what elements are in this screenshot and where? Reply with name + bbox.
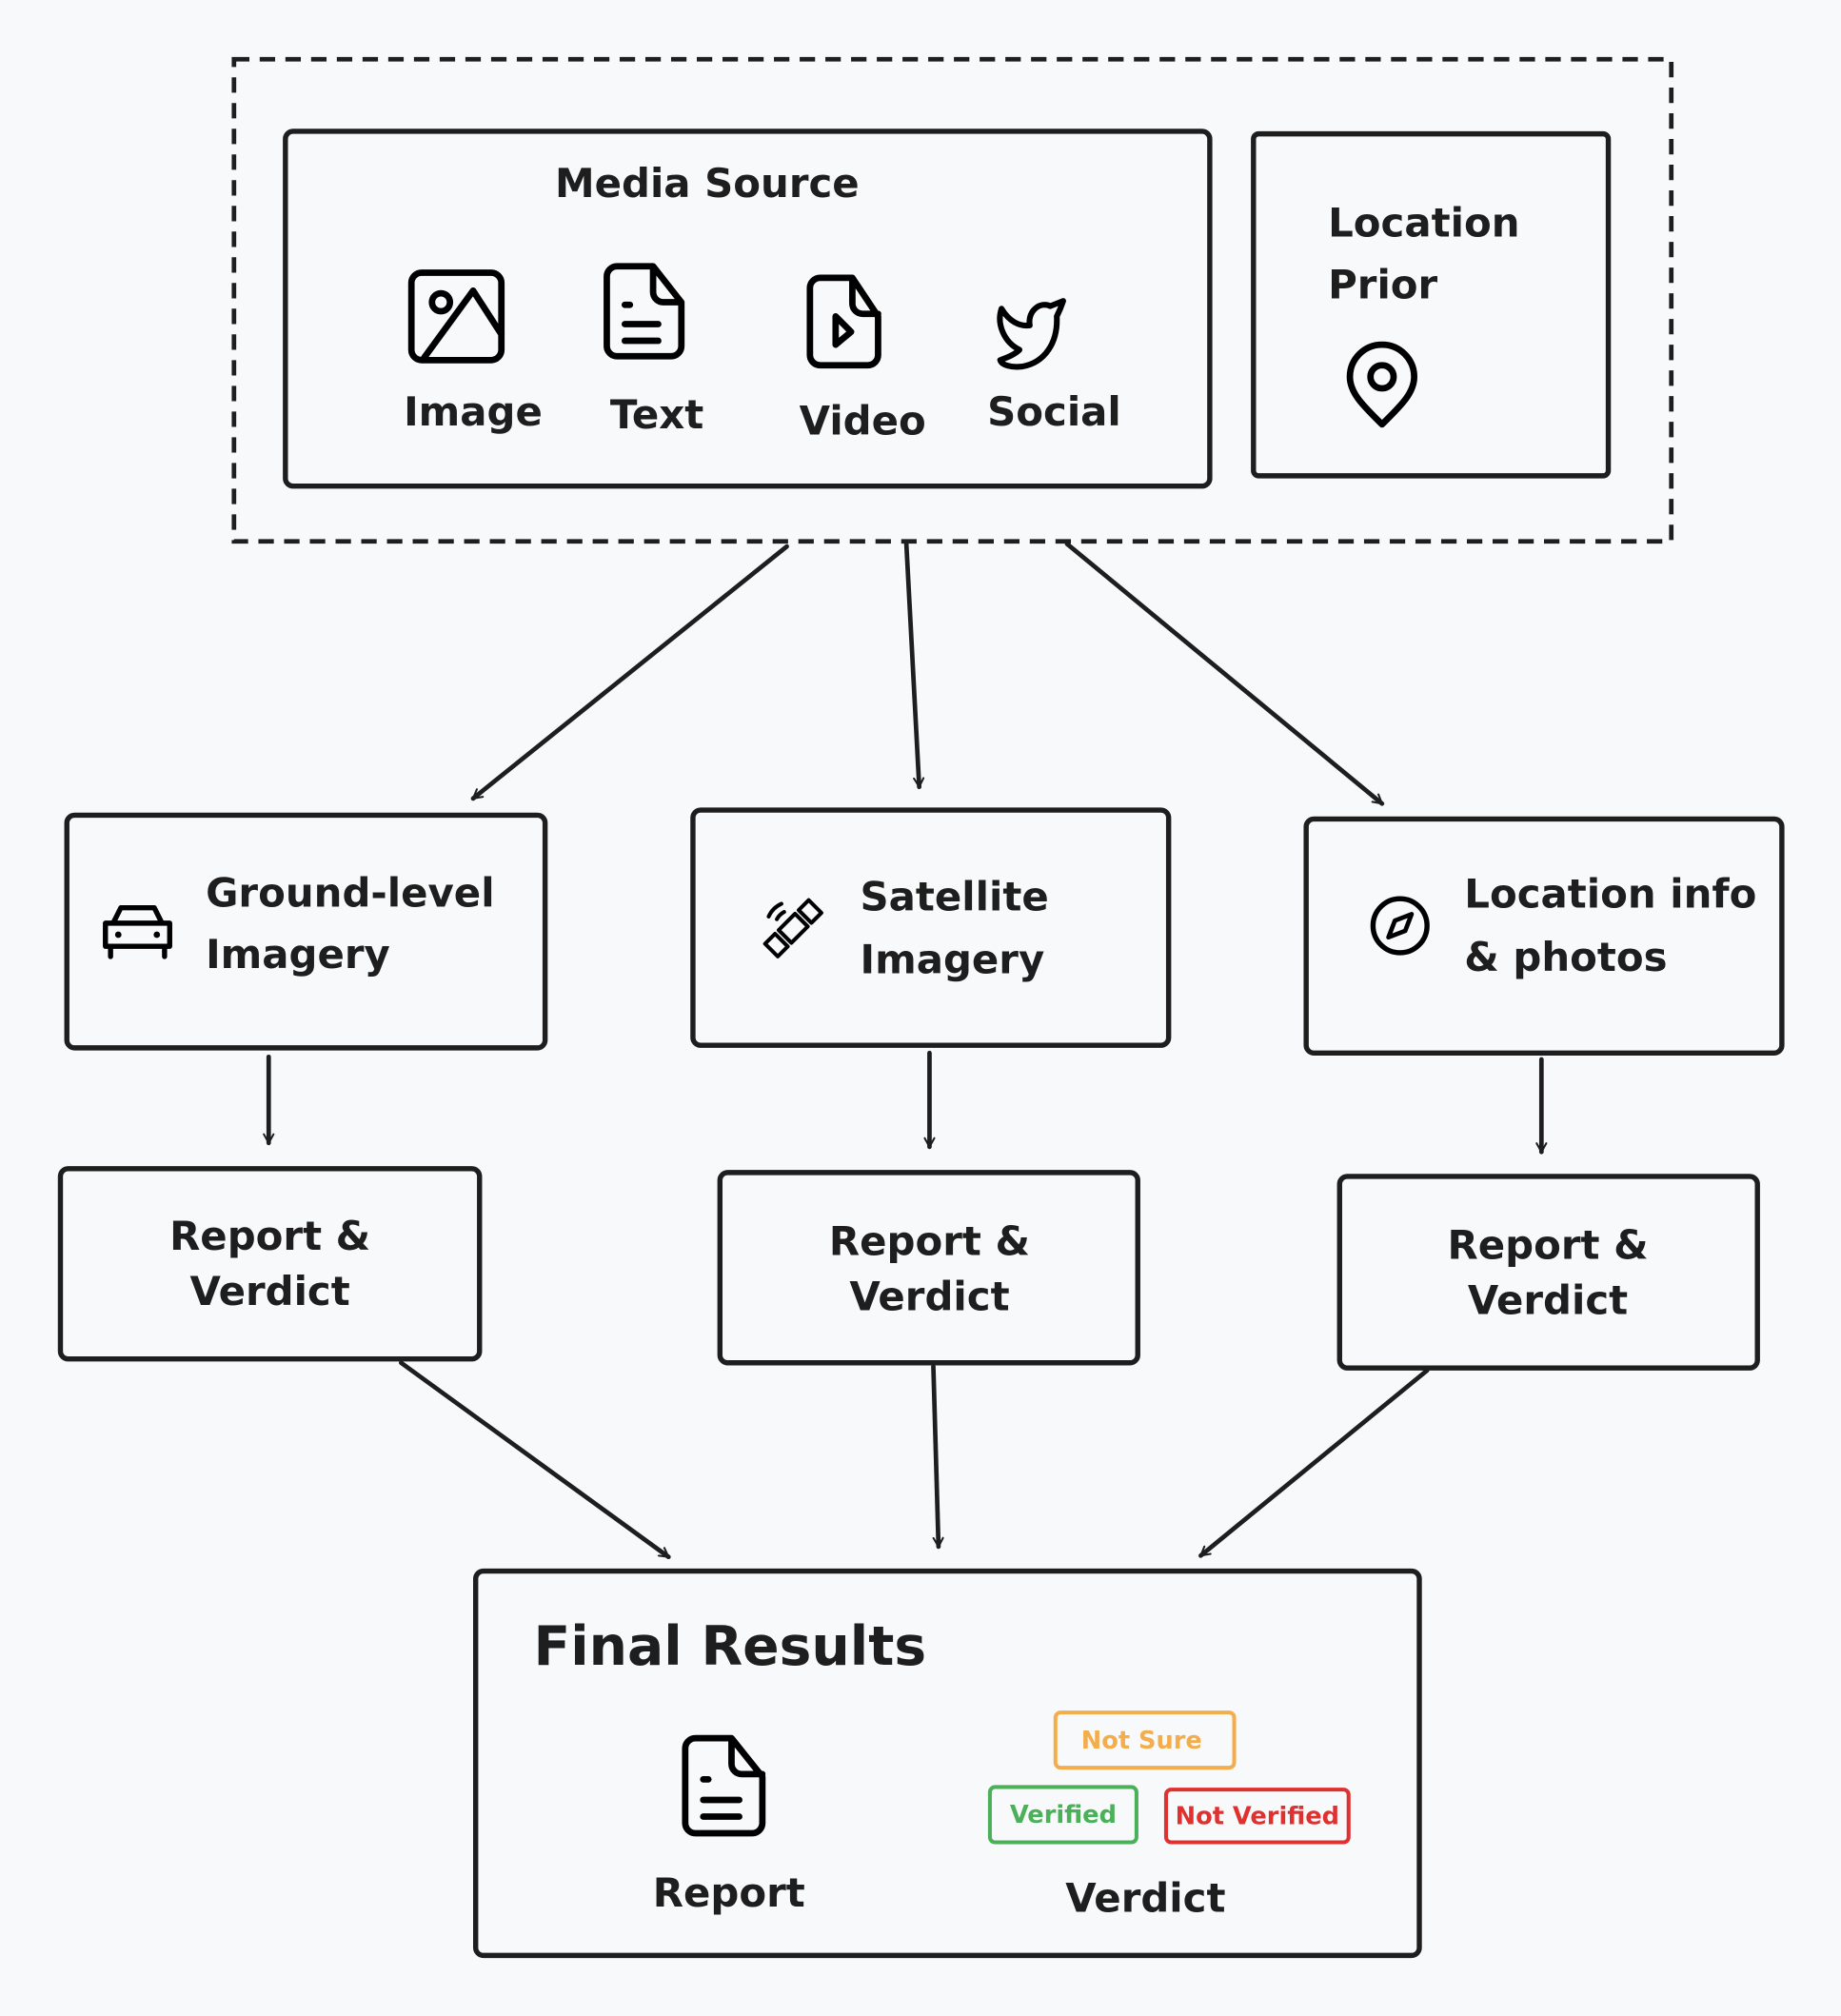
arrow-to-ground-level [470, 544, 789, 801]
report-verdict-box: Report & Verdict [57, 1166, 483, 1362]
location-prior-label: Location [1328, 200, 1519, 247]
media-source-title: Media Source [555, 160, 860, 207]
ground-level-imagery-box: Ground-level Imagery [64, 812, 548, 1051]
report-verdict-label: Verdict [189, 1268, 349, 1314]
pipeline-diagram: marker path{stroke-width:2;} Media Sourc… [57, 56, 1785, 1959]
map-pin-icon [1346, 341, 1417, 428]
report-document-icon [682, 1734, 766, 1837]
badge-not-sure: Not Sure [1053, 1710, 1237, 1770]
final-results-title: Final Results [533, 1615, 926, 1678]
compass-icon [1370, 896, 1430, 956]
report-verdict-box: Report & Verdict [1336, 1174, 1760, 1371]
svg-text:Not Sure: Not Sure [1081, 1727, 1202, 1755]
arrow-report2-to-final [931, 1364, 939, 1550]
svg-text:Verified: Verified [1010, 1801, 1117, 1829]
svg-text:Not Verified: Not Verified [1176, 1803, 1339, 1831]
document-icon [604, 263, 685, 360]
arrow-report1-to-final [399, 1360, 671, 1560]
media-item-label: Text [610, 391, 703, 438]
badge-not-verified: Not Verified [1163, 1788, 1351, 1845]
pipeline-label: Satellite [861, 873, 1049, 919]
pipeline-label: & photos [1464, 934, 1667, 980]
media-item-label: Image [404, 388, 543, 435]
location-info-box: Location info & photos [1303, 816, 1785, 1056]
media-item-label: Social [987, 388, 1121, 435]
verdict-label: Verdict [1065, 1874, 1225, 1921]
arrow-report3-to-final [1198, 1368, 1430, 1558]
report-verdict-label: Report & [829, 1217, 1030, 1264]
report-verdict-label: Report & [169, 1213, 370, 1259]
image-icon [407, 269, 505, 364]
report-verdict-label: Verdict [1468, 1276, 1628, 1323]
pipeline-label: Imagery [206, 931, 390, 978]
final-results-box: Final Results Report Not Sure Verified N… [473, 1568, 1422, 1959]
satellite-icon [762, 898, 823, 959]
location-prior-box: Location Prior [1251, 130, 1612, 479]
satellite-imagery-box: Satellite Imagery [690, 807, 1172, 1048]
pipeline-label: Location info [1464, 871, 1756, 918]
media-item-label: Video [800, 398, 926, 445]
car-icon [103, 904, 172, 959]
arrow-to-satellite [903, 542, 920, 790]
badge-verified: Verified [987, 1785, 1138, 1845]
report-verdict-label: Verdict [849, 1273, 1009, 1319]
location-prior-label: Prior [1328, 261, 1437, 307]
arrow-to-location-info [1064, 542, 1385, 806]
pipeline-label: Ground-level [206, 869, 494, 916]
media-source-box: Media Source Image Text Video Social [283, 128, 1213, 489]
report-verdict-label: Report & [1448, 1221, 1649, 1268]
report-verdict-box: Report & Verdict [717, 1170, 1140, 1366]
twitter-bird-icon [997, 298, 1066, 370]
pipeline-label: Imagery [861, 937, 1045, 983]
video-file-icon [806, 274, 881, 369]
report-label: Report [653, 1869, 805, 1916]
